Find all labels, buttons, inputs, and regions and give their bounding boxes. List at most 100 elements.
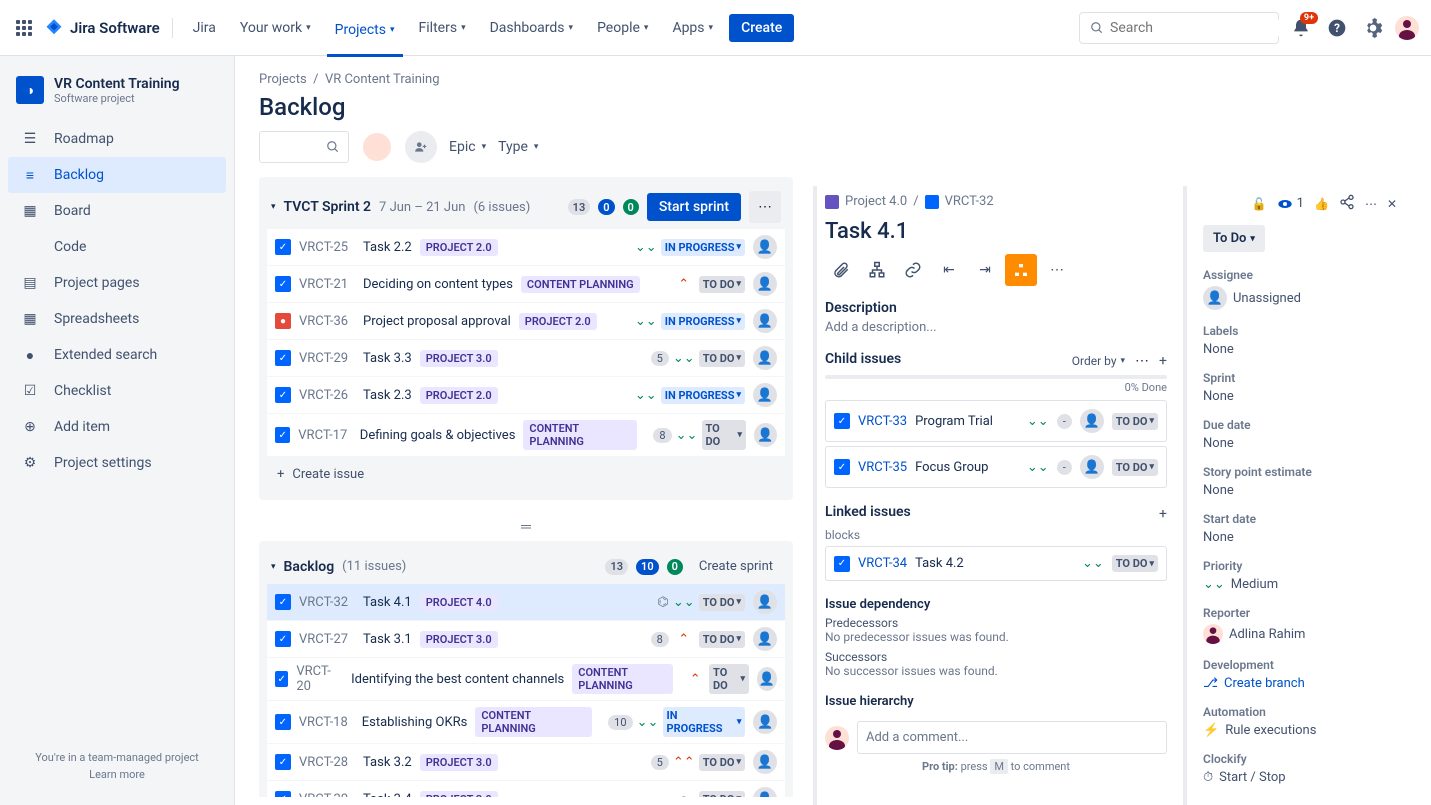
child-menu-icon[interactable]: ⋯ — [1135, 353, 1149, 369]
more-actions-icon[interactable]: ⋯ — [1041, 254, 1073, 286]
drag-divider[interactable]: ═ — [259, 512, 793, 541]
assignee-field[interactable]: 👤Unassigned — [1203, 286, 1397, 310]
description-placeholder[interactable]: Add a description... — [825, 320, 1167, 335]
assignee-avatar[interactable]: 👤 — [753, 787, 777, 797]
detail-epic[interactable]: Project 4.0 — [845, 194, 907, 209]
sidebar-item-project-pages[interactable]: ▤Project pages — [8, 265, 226, 301]
issue-row[interactable]: ✓ VRCT-27 Task 3.1 PROJECT 3.0 8 ⌃ TO DO… — [267, 621, 785, 658]
create-issue-link[interactable]: +Create issue — [267, 457, 785, 492]
status-lozenge[interactable]: TO DO ▾ — [699, 791, 745, 798]
epic-tag[interactable]: CONTENT PLANNING — [572, 664, 673, 694]
attach-icon[interactable] — [825, 254, 857, 286]
start-sprint-button[interactable]: Start sprint — [647, 193, 741, 221]
search-input[interactable] — [1110, 20, 1288, 36]
sidebar-item-backlog[interactable]: ≡Backlog — [8, 157, 226, 193]
type-filter[interactable]: Type▾ — [498, 139, 538, 155]
add-linked-icon[interactable]: + — [1159, 506, 1167, 522]
assignee-avatar[interactable]: 👤 — [753, 235, 777, 259]
close-icon[interactable]: ✕ — [1387, 197, 1397, 211]
linked-status[interactable]: TO DO ▾ — [1112, 555, 1158, 572]
dependency-post-icon[interactable]: ⇥ — [969, 254, 1001, 286]
epic-tag[interactable]: PROJECT 3.0 — [420, 791, 498, 798]
status-lozenge[interactable]: TO DO ▾ — [699, 631, 745, 648]
status-lozenge[interactable]: IN PROGRESS ▾ — [661, 313, 745, 330]
share-icon[interactable] — [1339, 194, 1355, 213]
sidebar-item-project-settings[interactable]: ⚙Project settings — [8, 445, 226, 481]
epic-tag[interactable]: PROJECT 3.0 — [420, 350, 498, 367]
status-lozenge[interactable]: IN PROGRESS ▾ — [661, 239, 745, 256]
assignee-avatar[interactable]: 👤 — [753, 346, 777, 370]
assignee-avatar[interactable]: 👤 — [757, 667, 777, 691]
issue-row[interactable]: ✓ VRCT-21 Deciding on content types CONT… — [267, 266, 785, 303]
sidebar-item-spreadsheets[interactable]: ▦Spreadsheets — [8, 301, 226, 337]
sidebar-item-board[interactable]: ▦Board — [8, 193, 226, 229]
sidebar-item-roadmap[interactable]: ☰Roadmap — [8, 121, 226, 157]
crumb-projects[interactable]: Projects — [259, 72, 307, 87]
apps-switcher-icon[interactable] — [12, 16, 36, 40]
epic-tag[interactable]: PROJECT 2.0 — [420, 239, 498, 256]
status-lozenge[interactable]: TO DO ▾ — [699, 754, 745, 771]
nav-dashboards[interactable]: Dashboards▾ — [482, 16, 581, 40]
linked-issue-row[interactable]: ✓ VRCT-34 Task 4.2 ⌄⌄ TO DO ▾ — [825, 546, 1167, 581]
issue-row[interactable]: ✓ VRCT-17 Defining goals & objectives CO… — [267, 414, 785, 457]
child-assignee[interactable]: 👤 — [1080, 455, 1104, 479]
due-date-field[interactable]: None — [1203, 436, 1397, 451]
create-sprint-button[interactable]: Create sprint — [691, 555, 781, 578]
issue-row[interactable]: ✓ VRCT-29 Task 3.3 PROJECT 3.0 5 ⌄⌄ TO D… — [267, 340, 785, 377]
issue-row[interactable]: ✓ VRCT-28 Task 3.2 PROJECT 3.0 5 ⌃⌃ TO D… — [267, 744, 785, 781]
jira-logo[interactable]: Jira Software — [44, 18, 160, 38]
link-icon[interactable] — [897, 254, 929, 286]
watch-button[interactable]: 1 — [1277, 196, 1304, 212]
assignee-avatar[interactable]: 👤 — [753, 710, 777, 734]
child-issue-row[interactable]: ✓ VRCT-35 Focus Group ⌄⌄ - 👤 TO DO ▾ — [825, 446, 1167, 488]
assignee-avatar[interactable]: 👤 — [753, 309, 777, 333]
nav-your-work[interactable]: Your work▾ — [232, 16, 319, 40]
status-lozenge[interactable]: TO DO ▾ — [699, 594, 745, 611]
dependency-pre-icon[interactable]: ⇤ — [933, 254, 965, 286]
assignee-avatar[interactable]: 👤 — [753, 590, 777, 614]
start-date-field[interactable]: None — [1203, 530, 1397, 545]
linked-key[interactable]: VRCT-34 — [858, 556, 907, 571]
sidebar-item-add-item[interactable]: ⊕Add item — [8, 409, 226, 445]
issue-title[interactable]: Task 4.1 — [825, 219, 1167, 244]
assignee-avatar[interactable]: 👤 — [753, 272, 777, 296]
epic-tag[interactable]: CONTENT PLANNING — [523, 420, 637, 450]
status-lozenge[interactable]: TO DO ▾ — [699, 276, 745, 293]
child-issue-icon[interactable] — [861, 254, 893, 286]
epic-tag[interactable]: PROJECT 4.0 — [420, 594, 498, 611]
sidebar-item-code[interactable]: Code — [8, 229, 226, 265]
more-icon[interactable]: ⋯ — [1365, 197, 1377, 211]
assignee-filter-me[interactable] — [361, 131, 393, 163]
backlog-search[interactable] — [259, 131, 349, 163]
nav-filters[interactable]: Filters▾ — [411, 16, 474, 40]
status-lozenge[interactable]: TO DO ▾ — [702, 420, 747, 450]
comment-input[interactable]: Add a comment... — [857, 721, 1167, 754]
nav-people[interactable]: People▾ — [589, 16, 656, 40]
story-points-field[interactable]: None — [1203, 483, 1397, 498]
add-people-icon[interactable] — [405, 131, 437, 163]
notifications-icon[interactable]: 9+ — [1287, 14, 1315, 42]
global-search[interactable] — [1079, 12, 1279, 44]
collapse-icon[interactable]: ▾ — [271, 202, 276, 212]
child-assignee[interactable]: 👤 — [1080, 409, 1104, 433]
collapse-icon[interactable]: ▾ — [271, 562, 276, 572]
issue-row[interactable]: ✓ VRCT-25 Task 2.2 PROJECT 2.0 ⌄⌄ IN PRO… — [267, 229, 785, 266]
issue-row[interactable]: ● VRCT-36 Project proposal approval PROJ… — [267, 303, 785, 340]
lock-icon[interactable]: 🔓 — [1252, 197, 1267, 211]
child-status[interactable]: TO DO ▾ — [1112, 459, 1158, 476]
user-avatar[interactable] — [1395, 16, 1419, 40]
status-lozenge[interactable]: TO DO ▾ — [709, 664, 749, 694]
priority-field[interactable]: ⌄⌄Medium — [1203, 577, 1397, 592]
assignee-avatar[interactable]: 👤 — [753, 750, 777, 774]
status-dropdown[interactable]: To Do▾ — [1203, 225, 1265, 252]
status-lozenge[interactable]: IN PROGRESS ▾ — [661, 387, 745, 404]
epic-tag[interactable]: PROJECT 3.0 — [420, 754, 498, 771]
assignee-avatar[interactable]: 👤 — [753, 383, 777, 407]
epic-tag[interactable]: PROJECT 2.0 — [519, 313, 597, 330]
thumbs-up-icon[interactable]: 👍 — [1314, 197, 1329, 211]
order-by-dropdown[interactable]: Order by▾ — [1072, 354, 1125, 368]
hierarchy-icon[interactable] — [1005, 254, 1037, 286]
issue-row[interactable]: ✓ VRCT-20 Identifying the best content c… — [267, 658, 785, 701]
settings-icon[interactable] — [1359, 14, 1387, 42]
add-child-icon[interactable]: + — [1159, 353, 1167, 369]
